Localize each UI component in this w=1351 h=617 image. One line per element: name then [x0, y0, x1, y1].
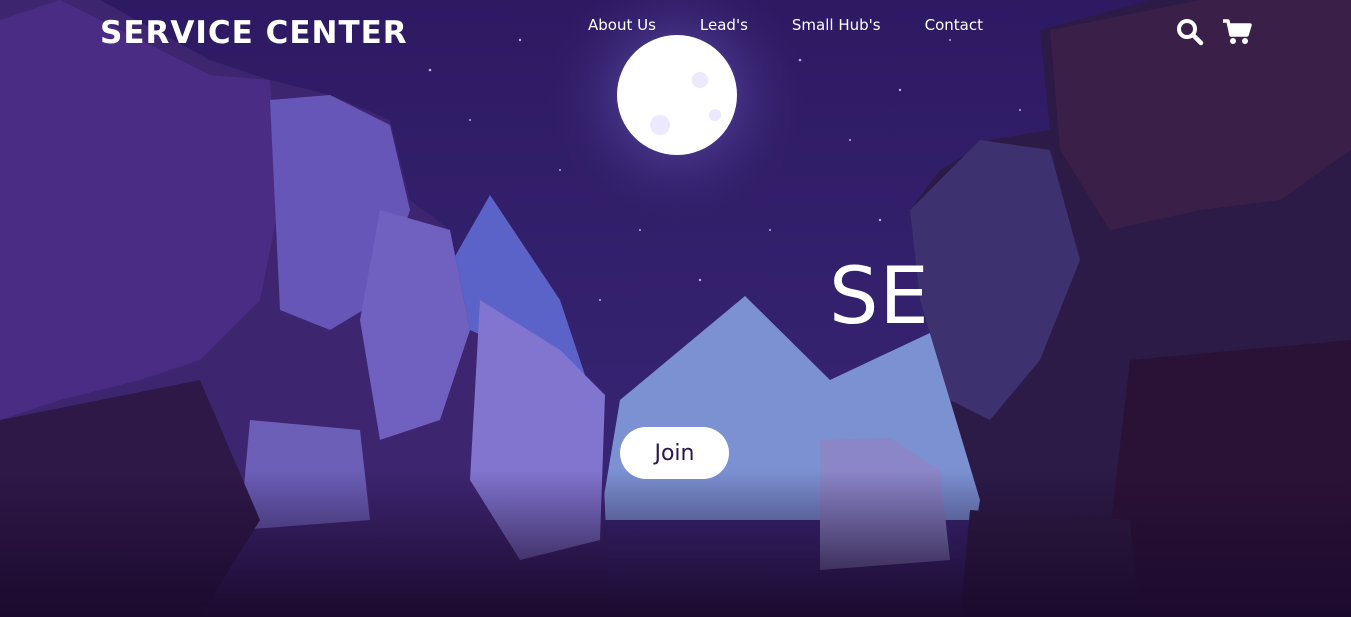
- nav-leads[interactable]: Lead's: [700, 16, 748, 34]
- nav-small-hubs[interactable]: Small Hub's: [792, 16, 881, 34]
- nav-about-us[interactable]: About Us: [588, 16, 656, 34]
- night-mountains-illustration: [0, 0, 1351, 617]
- cart-icon[interactable]: [1222, 18, 1252, 46]
- hero-section: SERVICE CENTER About Us Lead's Small Hub…: [0, 0, 1351, 617]
- hero-headline: SE: [829, 252, 930, 342]
- brand-logo[interactable]: SERVICE CENTER: [100, 15, 408, 51]
- join-button[interactable]: Join: [620, 427, 729, 479]
- header-icons: [1176, 18, 1252, 46]
- main-nav: About Us Lead's Small Hub's Contact: [588, 16, 983, 34]
- nav-contact[interactable]: Contact: [925, 16, 983, 34]
- search-icon[interactable]: [1176, 18, 1204, 46]
